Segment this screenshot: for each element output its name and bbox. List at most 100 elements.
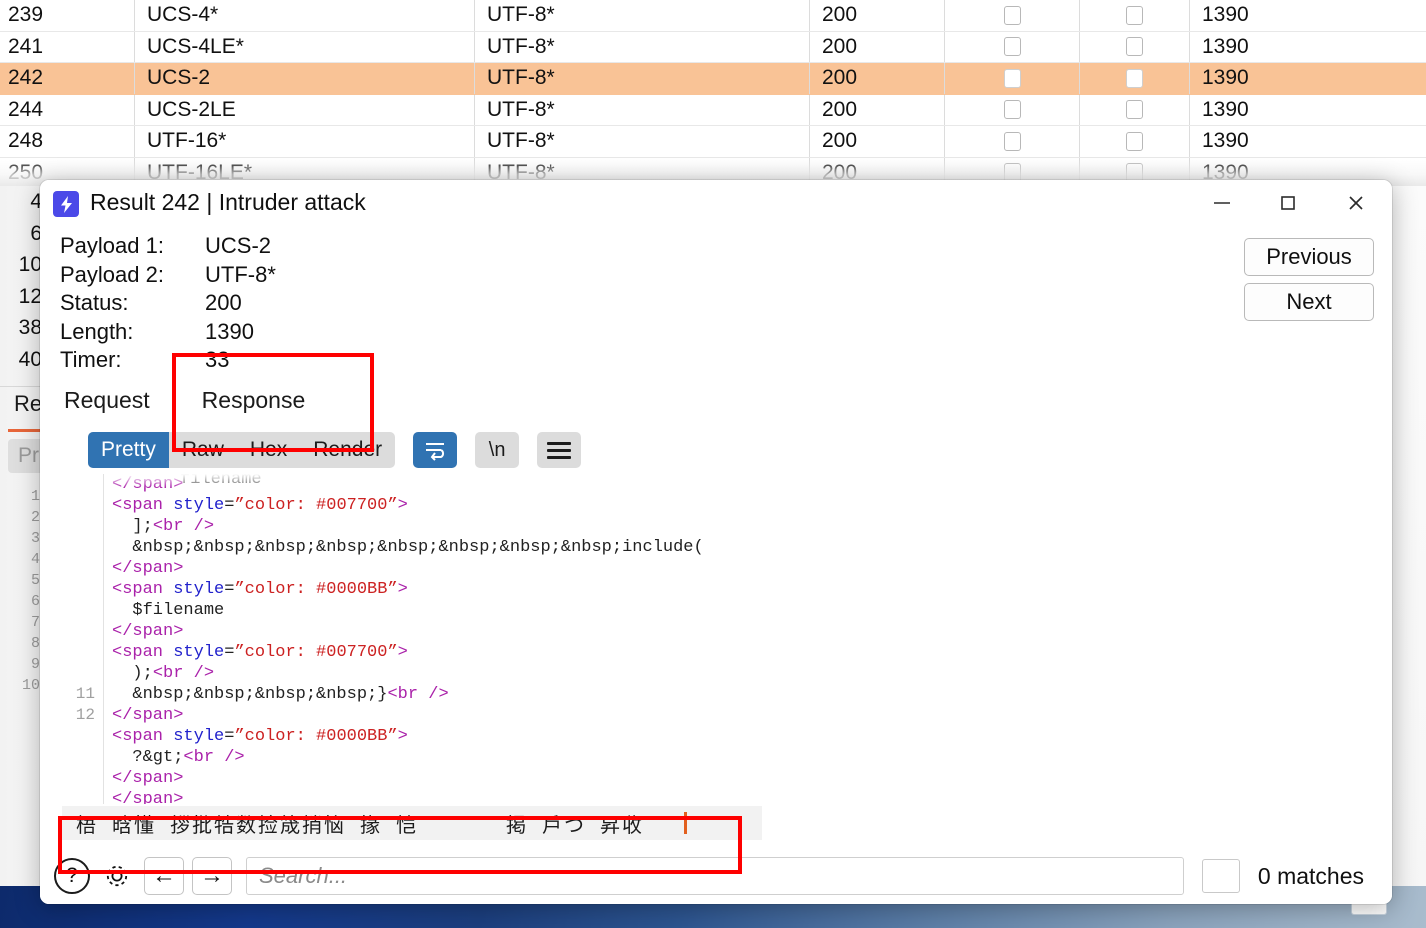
cell-request-id: 241 [0,31,135,62]
table-row[interactable]: 241 UCS-4LE* UTF-8* 200 1390 [0,31,1426,63]
meta-row-length: Length: 1390 [60,318,276,347]
checkbox-error[interactable] [1003,100,1021,120]
maximize-button[interactable] [1256,180,1320,225]
screen: 239 UCS-4* UTF-8* 200 1390 241 UCS-4LE* … [0,0,1426,928]
meta-label: Timer: [60,347,122,373]
find-previous-icon[interactable]: ← [144,857,184,895]
code-content[interactable]: </span><span style=”color: #007700”> ];<… [112,474,704,804]
meta-label: Payload 2: [60,261,164,287]
response-toolbar[interactable]: Pretty Raw Hex Render \n [40,426,1392,474]
table-row-selected[interactable]: 242 UCS-2 UTF-8* 200 1390 [0,63,1426,95]
checkbox-error[interactable] [1003,5,1021,25]
search-input[interactable]: Search... [246,857,1184,895]
cell-payload1: UCS-4* [135,0,475,31]
code-line: &nbsp;&nbsp;&nbsp;&nbsp;&nbsp;&nbsp;&nbs… [112,537,703,558]
find-toolbar[interactable]: ? ← → Search... 0 matches [40,848,1392,904]
cell-timeout-checkbox[interactable] [1080,126,1190,157]
find-next-icon[interactable]: → [192,857,232,895]
meta-label: Status: [60,290,129,316]
table-row[interactable]: 244 UCS-2LE UTF-8* 200 1390 [0,94,1426,126]
word-wrap-icon[interactable] [413,432,458,468]
background-tab-request[interactable]: Re [14,391,42,417]
show-newlines-button[interactable]: \n [475,432,520,468]
code-line: $filename [112,600,704,621]
ime-candidate[interactable]: 晗懂 [112,809,156,838]
ime-candidate[interactable]: 拶批牿数捡筬捎恼 [170,809,346,838]
checkbox-timeout[interactable] [1126,68,1143,88]
result-detail-dialog[interactable]: Result 242 | Intruder attack Payload 1: … [40,180,1392,904]
code-line: <span style=”color: #007700”> [112,495,704,516]
code-token: > [397,496,408,515]
line-number [40,600,103,621]
code-token: = [224,727,235,746]
cell-status: 200 [810,94,945,125]
hamburger-icon[interactable] [537,432,582,468]
view-mode-render[interactable]: Render [300,432,395,468]
view-mode-pretty[interactable]: Pretty [88,432,169,468]
ime-candidate[interactable]: 掲 [506,809,528,838]
ime-candidate[interactable]: 掾 [360,809,382,838]
cell-length: 1390 [1202,97,1249,121]
ime-candidate[interactable]: 恺 [396,809,418,838]
result-metadata: Payload 1: UCS-2 Payload 2: UTF-8* Statu… [60,232,276,375]
checkbox-error[interactable] [1003,68,1021,88]
match-case-checkbox[interactable] [1201,859,1240,893]
cell-timeout-checkbox[interactable] [1080,31,1190,62]
ime-candidate-strip[interactable]: 梧 晗懂 拶批牿数捡筬捎恼 掾 恺 掲 戶つ 昇收 [62,806,762,840]
request-response-tabs[interactable]: Request Response [60,385,309,416]
meta-value: 33 [205,347,230,373]
view-mode-hex[interactable]: Hex [237,432,300,468]
cell-timeout-checkbox[interactable] [1080,63,1190,94]
response-code-viewer[interactable]: 11 12 filename </span><span style=”color… [40,474,1392,804]
intruder-results-table[interactable]: 239 UCS-4* UTF-8* 200 1390 241 UCS-4LE* … [0,0,1426,189]
cell-error-checkbox[interactable] [945,126,1080,157]
cell-payload1: UCS-4LE* [135,31,475,62]
code-token: style [173,580,225,599]
checkbox-error[interactable] [1003,37,1021,57]
code-token: style [173,727,225,746]
dialog-titlebar[interactable]: Result 242 | Intruder attack [40,180,1392,225]
tab-request[interactable]: Request [60,385,154,416]
tab-response[interactable]: Response [198,385,310,416]
previous-button[interactable]: Previous [1244,238,1374,276]
ime-candidate[interactable]: 戶つ [542,809,586,838]
line-number [40,642,103,663]
cell-status: 200 [810,63,945,94]
checkbox-timeout[interactable] [1126,131,1143,151]
help-icon[interactable]: ? [54,858,90,894]
ime-candidate[interactable]: 昇收 [600,809,644,838]
cell-error-checkbox[interactable] [945,94,1080,125]
view-mode-raw[interactable]: Raw [169,432,237,468]
cell-timeout-checkbox[interactable] [1080,94,1190,125]
view-mode-segmented-control[interactable]: Pretty Raw Hex Render [88,432,396,468]
checkbox-timeout[interactable] [1126,100,1143,120]
ime-candidate[interactable]: 梧 [76,809,98,838]
meta-value: 1390 [205,318,254,344]
next-button[interactable]: Next [1244,283,1374,321]
code-line: </span> [112,621,704,642]
cell-timeout-checkbox[interactable] [1080,0,1190,31]
line-number [40,558,103,579]
checkbox-timeout[interactable] [1126,5,1143,25]
line-number [40,495,103,516]
code-token: </span> [112,559,184,578]
cell-error-checkbox[interactable] [945,0,1080,31]
gear-icon[interactable] [98,857,136,895]
cell-payload2: UTF-8* [475,126,810,157]
table-row[interactable]: 248 UTF-16* UTF-8* 200 1390 [0,126,1426,158]
search-placeholder: Search... [259,863,348,888]
dialog-title: Result 242 | Intruder attack [90,189,366,215]
checkbox-error[interactable] [1003,131,1021,151]
table-row[interactable]: 239 UCS-4* UTF-8* 200 1390 [0,0,1426,32]
line-number: 11 [75,685,95,703]
line-number [40,579,103,600]
checkbox-timeout[interactable] [1126,37,1143,57]
minimize-button[interactable] [1190,180,1254,225]
cell-error-checkbox[interactable] [945,63,1080,94]
cell-payload1: UTF-16* [135,126,475,157]
close-button[interactable] [1324,180,1388,225]
cell-error-checkbox[interactable] [945,31,1080,62]
code-gutter: 11 12 [40,474,104,804]
code-token: <span [112,727,174,746]
meta-label: Length: [60,318,134,344]
